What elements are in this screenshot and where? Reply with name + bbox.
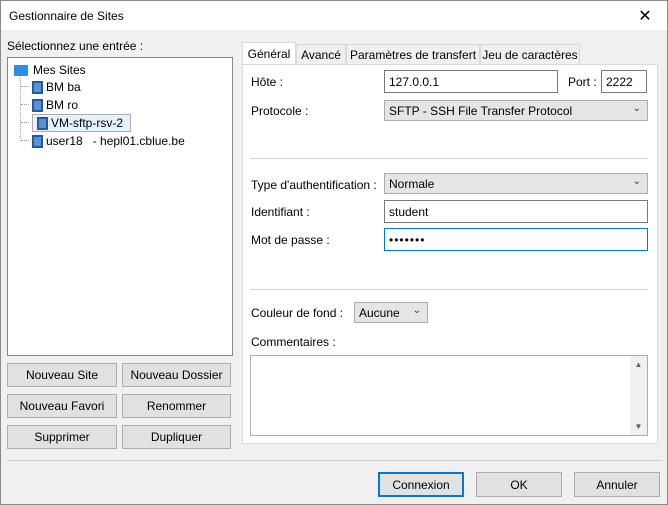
host-input[interactable]: 127.0.0.1 [384,70,558,93]
divider [250,289,648,290]
title-bar: Gestionnaire de Sites ✕ [1,1,667,30]
chevron-down-icon: ⌄ [632,103,641,114]
folder-icon [14,64,28,76]
protocol-value: SFTP - SSH File Transfer Protocol [389,104,573,118]
window-title: Gestionnaire de Sites [9,9,124,23]
tree-item-label: BM ro [46,98,79,112]
site-manager-window: Gestionnaire de Sites ✕ Sélectionnez une… [0,0,668,505]
tab-advanced[interactable]: Avancé [296,44,346,64]
protocol-label: Protocole : [251,104,309,118]
new-favorite-button[interactable]: Nouveau Favori [7,394,117,418]
user-input[interactable]: student [384,200,648,223]
duplicate-button[interactable]: Dupliquer [122,425,231,449]
site-icon [32,80,43,94]
tree-item-label: user18 - hepl01.cblue.be [46,134,185,148]
chevron-down-icon: ⌄ [632,176,641,187]
bg-color-label: Couleur de fond : [251,306,344,320]
protocol-select[interactable]: SFTP - SSH File Transfer Protocol ⌄ [384,100,648,121]
port-label: Port : [568,75,597,89]
password-input[interactable]: ••••••• [384,228,648,251]
tree-branch [21,104,29,105]
tab-general[interactable]: Général [242,42,296,65]
bg-color-select[interactable]: Aucune ⌄ [354,302,428,323]
new-site-button[interactable]: Nouveau Site [7,363,117,387]
tree-branch [21,140,29,141]
auth-type-value: Normale [389,177,435,191]
tree-root-label: Mes Sites [33,63,86,77]
connect-button[interactable]: Connexion [378,472,464,497]
host-label: Hôte : [251,75,284,89]
scroll-down-icon[interactable]: ▼ [630,418,647,435]
ok-button[interactable]: OK [476,472,562,497]
footer-divider [7,460,662,461]
scrollbar[interactable]: ▲ ▼ [630,356,647,435]
tree-item-user18[interactable]: user18 - hepl01.cblue.be [32,132,188,150]
tree-item-bm-ro[interactable]: BM ro [32,96,81,114]
comments-label: Commentaires : [251,335,336,349]
tab-transfer-settings[interactable]: Paramètres de transfert [346,44,480,64]
tree-guide-line [20,78,21,141]
divider [250,158,648,159]
chevron-down-icon: ⌄ [412,305,421,316]
comments-textarea[interactable]: ▲ ▼ [250,355,648,436]
delete-button[interactable]: Supprimer [7,425,117,449]
tree-branch [21,86,29,87]
site-icon [37,116,48,130]
select-entry-label: Sélectionnez une entrée : [7,39,144,53]
tree-branch [21,122,29,123]
tree-item-vm-sftp-rsv-2[interactable]: VM-sftp-rsv-2 [32,114,131,132]
port-input[interactable]: 2222 [601,70,647,93]
scroll-up-icon[interactable]: ▲ [630,356,647,373]
bg-color-value: Aucune [359,306,400,320]
auth-type-select[interactable]: Normale ⌄ [384,173,648,194]
tree-item-bm-ba[interactable]: BM ba [32,78,84,96]
tree-root[interactable]: Mes Sites [14,63,86,77]
site-icon [32,134,43,148]
password-label: Mot de passe : [251,233,330,247]
tab-charset[interactable]: Jeu de caractères [480,44,580,64]
user-label: Identifiant : [251,205,310,219]
tree-item-label: BM ba [46,80,81,94]
cancel-button[interactable]: Annuler [574,472,660,497]
close-icon[interactable]: ✕ [623,1,667,30]
rename-button[interactable]: Renommer [122,394,231,418]
tree-item-label: VM-sftp-rsv-2 [51,116,123,130]
new-folder-button[interactable]: Nouveau Dossier [122,363,231,387]
site-tree[interactable]: Mes Sites BM ba BM ro VM-sftp-rsv-2 user… [7,57,233,356]
auth-type-label: Type d'authentification : [251,178,377,192]
site-icon [32,98,43,112]
